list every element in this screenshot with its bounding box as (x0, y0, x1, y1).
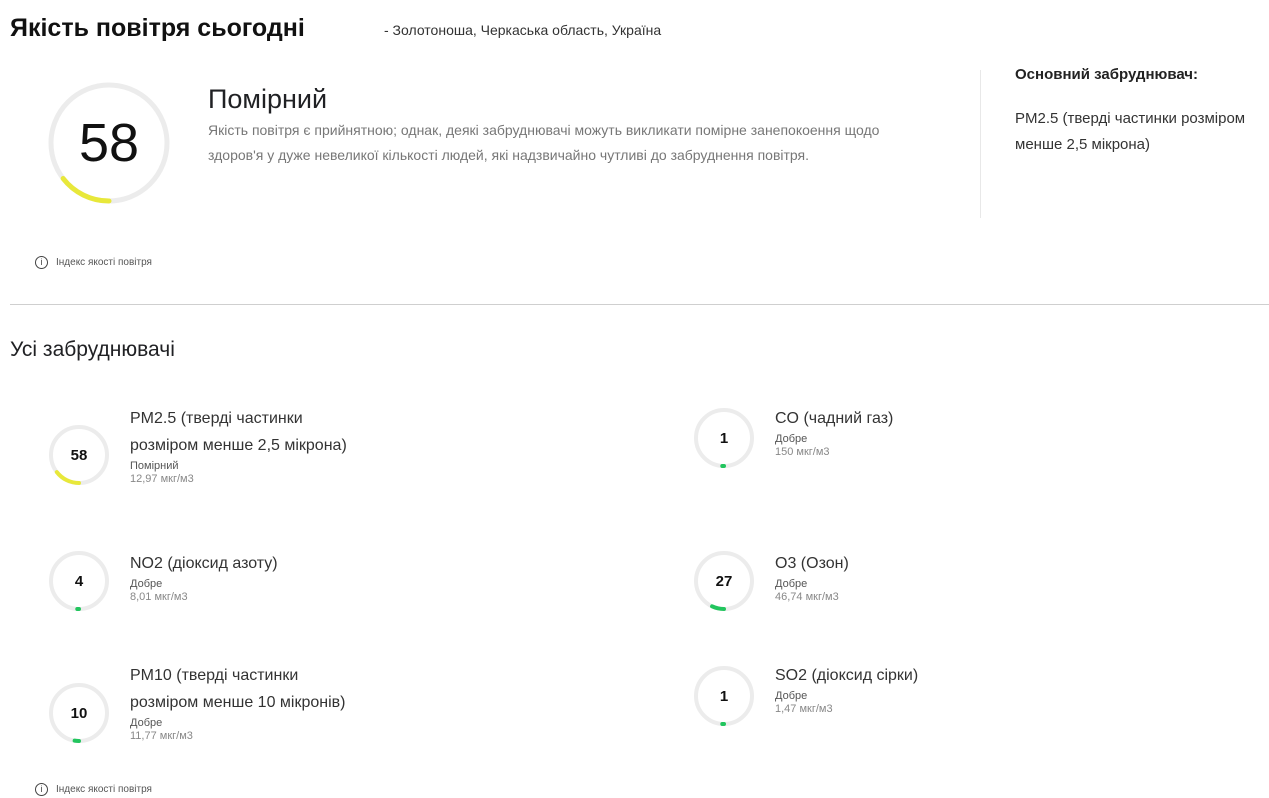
pollutant-details: SO2 (діоксид сірки) Добре 1,47 мкг/м3 (775, 662, 918, 715)
main-pollutant-value: PM2.5 (тверді частинки розміром менше 2,… (1015, 110, 1246, 153)
aqi-info-label: Індекс якості повітря (56, 784, 152, 795)
pollutant-index: 1 (719, 429, 729, 447)
pollutant-concentration: 8,01 мкг/м3 (130, 591, 188, 603)
pollutant-details: PM10 (тверді частинки розміром менше 10 м… (130, 662, 345, 742)
aqi-description: Якість повітря є прийнятною; однак, деяк… (208, 122, 880, 163)
pollutant-status: Добре (130, 578, 163, 590)
pollutant-name: PM10 (тверді частинки (130, 667, 299, 684)
pollutant-gauge: 4 (47, 549, 111, 613)
pollutant-index: 10 (70, 704, 88, 722)
section-divider (10, 304, 1269, 305)
pollutant-status: Добре (775, 690, 808, 702)
pollutants-section-title: Усі забруднювачі (10, 338, 175, 361)
pollutant-name: SO2 (діоксид сірки) (775, 667, 919, 684)
pollutant-name: O3 (Озон) (775, 555, 849, 572)
pollutant-status: Добре (775, 433, 808, 445)
pollutant-concentration: 12,97 мкг/м3 (130, 473, 194, 485)
pollutant-index: 1 (719, 687, 729, 705)
pollutant-gauge: 1 (692, 406, 756, 470)
aqi-info-link-bottom[interactable]: i Індекс якості повітря (35, 783, 152, 796)
pollutant-concentration: 11,77 мкг/м3 (130, 730, 193, 742)
pollutant-details: PM2.5 (тверді частинки розміром менше 2,5… (130, 405, 347, 485)
aqi-gauge: 58 (46, 80, 172, 206)
pollutant-gauge: 58 (47, 423, 111, 487)
pollutant-details: O3 (Озон) Добре 46,74 мкг/м3 (775, 550, 849, 603)
aqi-info-link[interactable]: i Індекс якості повітря (35, 256, 152, 269)
pollutant-concentration: 150 мкг/м3 (775, 446, 830, 458)
aqi-info-label: Індекс якості повітря (56, 257, 152, 268)
main-pollutant-title: Основний забруднювач: (1015, 66, 1199, 83)
info-circle-icon: i (35, 783, 48, 796)
pollutant-status: Помірний (130, 460, 179, 472)
info-circle-icon: i (35, 256, 48, 269)
pollutant-name: PM2.5 (тверді частинки (130, 410, 303, 427)
pollutant-details: NO2 (діоксид азоту) Добре 8,01 мкг/м3 (130, 550, 278, 603)
pollutant-name: NO2 (діоксид азоту) (130, 555, 278, 572)
pollutant-index: 27 (715, 572, 733, 590)
pollutant-gauge: 1 (692, 664, 756, 728)
pollutant-gauge: 10 (47, 681, 111, 745)
pollutant-name-line2: розміром менше 2,5 мікрона) (130, 437, 347, 454)
pollutant-name-line2: розміром менше 10 мікронів) (130, 694, 346, 711)
pollutant-status: Добре (775, 578, 808, 590)
page-title: Якість повітря сьогодні (10, 14, 305, 42)
pollutant-concentration: 46,74 мкг/м3 (775, 591, 839, 603)
pollutant-concentration: 1,47 мкг/м3 (775, 703, 833, 715)
vertical-divider (980, 70, 981, 218)
aqi-value: 58 (78, 113, 140, 173)
pollutant-gauge: 27 (692, 549, 756, 613)
pollutant-index: 58 (70, 446, 88, 464)
pollutant-details: CO (чадний газ) Добре 150 мкг/м3 (775, 405, 893, 458)
aqi-category: Помірний (208, 84, 328, 114)
pollutant-index: 4 (74, 572, 84, 590)
pollutant-status: Добре (130, 717, 163, 729)
location-label: - Золотоноша, Черкаська область, Україна (384, 22, 662, 38)
pollutant-name: CO (чадний газ) (775, 410, 894, 427)
